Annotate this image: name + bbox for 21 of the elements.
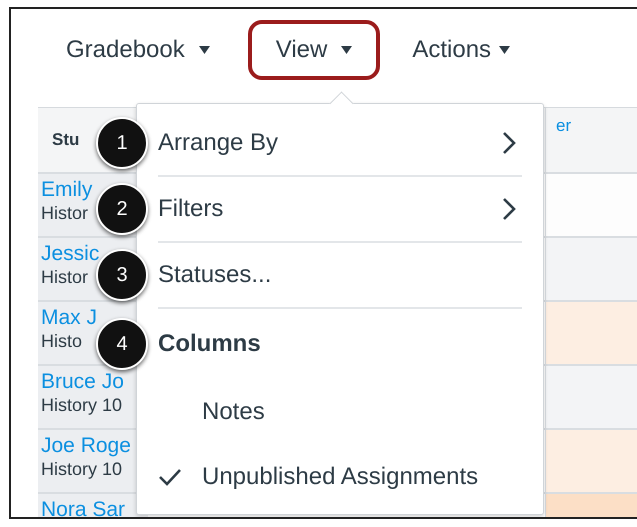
column-header: Stu (52, 130, 80, 150)
menu-button[interactable]: Actions (386, 20, 538, 80)
menu-item[interactable]: Notes (158, 379, 522, 444)
section-text: Histo (41, 330, 82, 352)
section-text: Histor (41, 202, 88, 224)
menu-button[interactable]: View (248, 20, 380, 80)
chevron-right-icon (502, 197, 516, 221)
section-text: History 10 (41, 458, 122, 480)
menu-item[interactable]: Statuses... (158, 243, 522, 307)
menu-heading: Columns (158, 329, 262, 359)
checkmark-icon (158, 468, 182, 486)
menu-item[interactable]: Filters (158, 177, 522, 241)
caret-icon (499, 46, 510, 54)
menu-item[interactable]: Arrange By (158, 111, 522, 175)
section-text: Histor (41, 266, 88, 288)
menu-item[interactable]: Unpublished Assignments (158, 444, 522, 509)
menu-button[interactable]: Gradebook (38, 20, 238, 80)
section-text: History 10 (41, 394, 122, 416)
caret-icon (198, 46, 210, 54)
chevron-right-icon (502, 131, 516, 155)
caret-icon (341, 46, 352, 54)
